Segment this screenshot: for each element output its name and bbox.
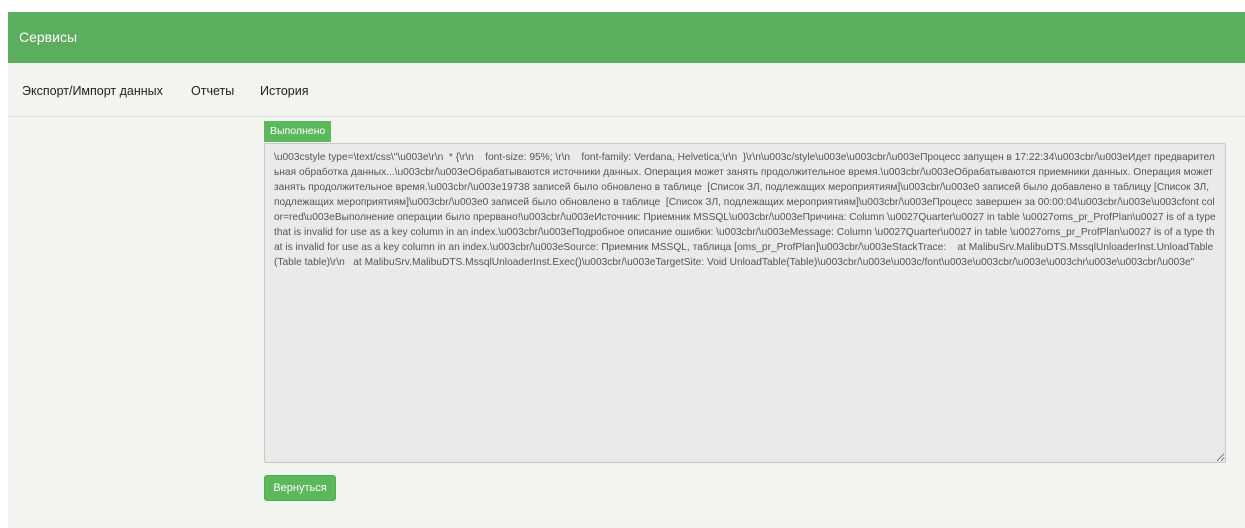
back-button[interactable]: Вернуться — [264, 475, 336, 501]
services-app: Сервисы Экспорт/Импорт данных Отчеты Ист… — [8, 12, 1245, 528]
app-header: Сервисы — [8, 12, 1245, 63]
page: Сервисы Экспорт/Импорт данных Отчеты Ист… — [0, 0, 1245, 528]
status-badge: Выполнено — [264, 121, 332, 142]
nav-item-reports[interactable]: Отчеты — [191, 83, 234, 99]
nav-item-export-import[interactable]: Экспорт/Импорт данных — [22, 83, 163, 99]
page-title: Сервисы — [19, 29, 78, 45]
nav-item-history[interactable]: История — [260, 83, 308, 99]
services-nav: Экспорт/Импорт данных Отчеты История — [8, 63, 1245, 117]
log-output-textarea[interactable]: \u003cstyle type=\text/css\"\u003e\r\n *… — [264, 143, 1226, 463]
